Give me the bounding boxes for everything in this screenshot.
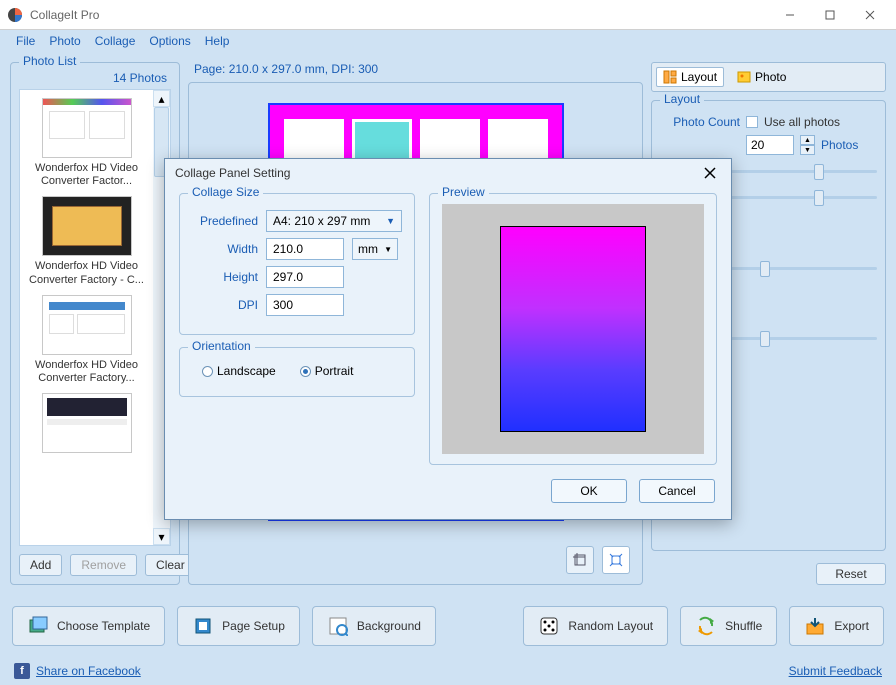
unit-combo[interactable]: mm ▼ — [352, 238, 398, 260]
main-window: CollageIt Pro File Photo Collage Options… — [0, 0, 896, 685]
background-icon — [327, 615, 349, 637]
dpi-input[interactable] — [266, 294, 344, 316]
chevron-down-icon: ▼ — [386, 216, 395, 226]
predefined-combo[interactable]: A4: 210 x 297 mm ▼ — [266, 210, 402, 232]
photo-count-input[interactable] — [746, 135, 794, 155]
template-icon — [27, 615, 49, 637]
tab-photo[interactable]: Photo — [730, 67, 793, 87]
landscape-radio[interactable]: Landscape — [202, 364, 276, 378]
app-icon — [6, 6, 24, 24]
photo-list-panel: Photo List 14 Photos Wonderfox HD Video … — [10, 62, 180, 585]
dialog-close-button[interactable] — [699, 162, 721, 184]
list-item[interactable]: Wonderfox HD Video Converter Factory - C… — [29, 196, 144, 286]
height-input[interactable] — [266, 266, 344, 288]
menu-file[interactable]: File — [16, 34, 35, 48]
collage-panel-dialog: Collage Panel Setting Collage Size Prede… — [164, 158, 732, 520]
photo-list-legend: Photo List — [19, 54, 80, 68]
dice-icon — [538, 615, 560, 637]
portrait-radio[interactable]: Portrait — [300, 364, 354, 378]
choose-template-button[interactable]: Choose Template — [12, 606, 165, 646]
random-layout-button[interactable]: Random Layout — [523, 606, 668, 646]
shuffle-button[interactable]: Shuffle — [680, 606, 777, 646]
orientation-group: Orientation Landscape Portrait — [179, 347, 415, 397]
list-item[interactable]: Wonderfox HD Video Converter Factory... — [29, 295, 144, 385]
preview-area — [442, 204, 704, 454]
cancel-button[interactable]: Cancel — [639, 479, 715, 503]
collage-size-group: Collage Size Predefined A4: 210 x 297 mm… — [179, 193, 415, 335]
preview-group: Preview — [429, 193, 717, 465]
menu-photo[interactable]: Photo — [49, 34, 80, 48]
footer: f Share on Facebook Submit Feedback — [0, 657, 896, 685]
background-button[interactable]: Background — [312, 606, 436, 646]
list-item[interactable]: Wonderfox HD Video Converter Factor... — [29, 98, 144, 188]
share-facebook-link[interactable]: Share on Facebook — [36, 664, 141, 678]
menu-collage[interactable]: Collage — [95, 34, 136, 48]
fullscreen-icon[interactable] — [602, 546, 630, 574]
thumbnail-list: Wonderfox HD Video Converter Factor... W… — [19, 89, 171, 546]
use-all-checkbox[interactable] — [746, 116, 758, 128]
close-button[interactable] — [850, 0, 890, 30]
photo-count-spinner[interactable]: ▲▼ — [800, 135, 815, 155]
titlebar: CollageIt Pro — [0, 0, 896, 30]
scroll-down-icon[interactable]: ▾ — [153, 528, 170, 545]
add-button[interactable]: Add — [19, 554, 62, 576]
shuffle-icon — [695, 615, 717, 637]
preview-page — [500, 226, 646, 432]
dialog-title: Collage Panel Setting — [175, 166, 290, 180]
ok-button[interactable]: OK — [551, 479, 627, 503]
photo-count: 14 Photos — [19, 71, 171, 85]
menu-options[interactable]: Options — [149, 34, 190, 48]
facebook-icon: f — [14, 663, 30, 679]
settings-tabs: Layout Photo — [651, 62, 886, 92]
page-setup-icon — [192, 615, 214, 637]
layout-icon — [663, 70, 677, 84]
list-item[interactable] — [29, 393, 144, 457]
export-icon — [804, 615, 826, 637]
page-setup-button[interactable]: Page Setup — [177, 606, 300, 646]
action-bar: Choose Template Page Setup Background Ra… — [0, 595, 896, 657]
reset-button[interactable]: Reset — [816, 563, 886, 585]
maximize-button[interactable] — [810, 0, 850, 30]
tab-layout[interactable]: Layout — [656, 67, 724, 87]
scroll-up-icon[interactable]: ▴ — [153, 90, 170, 107]
menu-help[interactable]: Help — [205, 34, 230, 48]
width-input[interactable] — [266, 238, 344, 260]
crop-icon[interactable] — [566, 546, 594, 574]
remove-button[interactable]: Remove — [70, 554, 137, 576]
chevron-down-icon: ▼ — [384, 245, 392, 254]
photo-icon — [737, 70, 751, 84]
export-button[interactable]: Export — [789, 606, 884, 646]
page-info: Page: 210.0 x 297.0 mm, DPI: 300 — [194, 62, 643, 76]
app-title: CollageIt Pro — [30, 8, 99, 22]
submit-feedback-link[interactable]: Submit Feedback — [789, 664, 882, 678]
menubar: File Photo Collage Options Help — [0, 30, 896, 52]
minimize-button[interactable] — [770, 0, 810, 30]
photo-count-label: Photo Count — [660, 115, 740, 129]
